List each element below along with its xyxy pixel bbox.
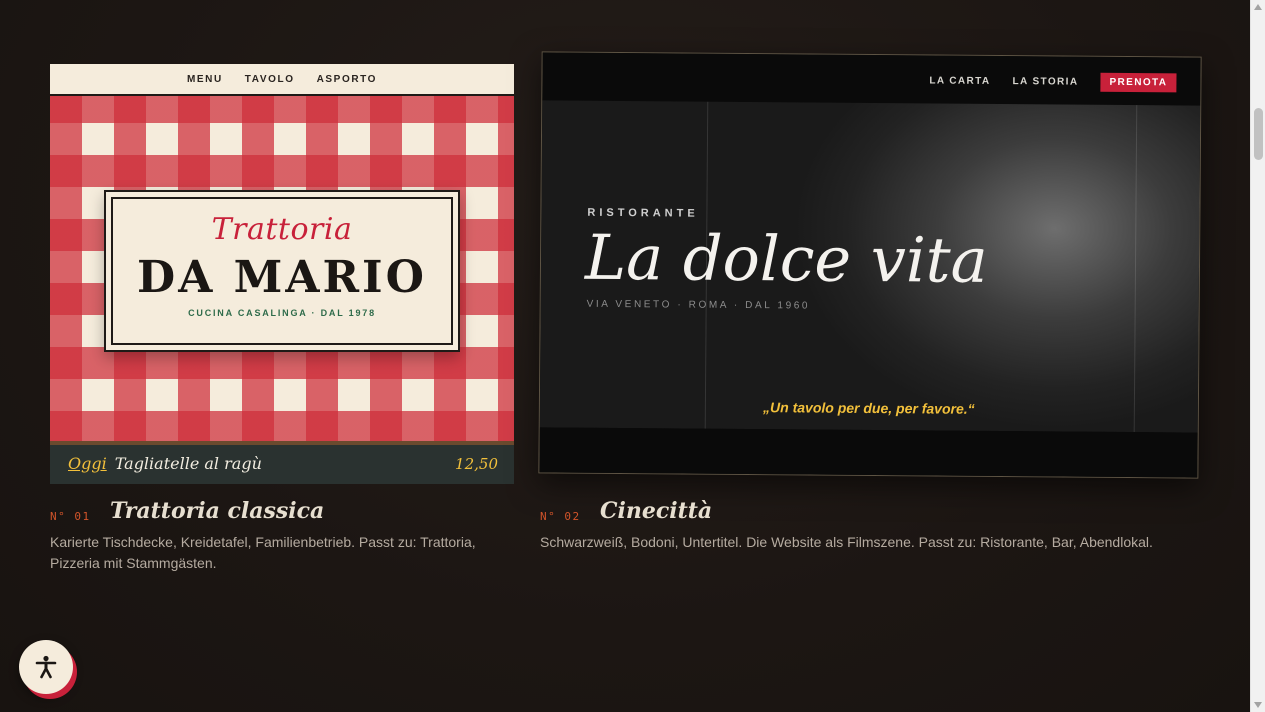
cinecitta-topbar: LA CARTA LA STORIA PRENOTA bbox=[542, 52, 1201, 106]
cinecitta-number: N° 02 bbox=[540, 510, 581, 523]
accessibility-person-icon bbox=[35, 655, 57, 679]
page: MENU TAVOLO ASPORTO Trattoria DA MARIO C… bbox=[0, 0, 1250, 712]
trattoria-nav-asporto[interactable]: ASPORTO bbox=[317, 74, 377, 85]
cinecitta-nav-storia[interactable]: LA STORIA bbox=[1013, 76, 1079, 88]
cinecitta-caption: N° 02 Cinecittà Schwarzweiß, Bodoni, Unt… bbox=[540, 498, 1200, 578]
trattoria-title: DA MARIO bbox=[137, 252, 427, 303]
cinecitta-letterbox-bottom bbox=[539, 427, 1198, 479]
trattoria-script-title: Trattoria bbox=[211, 212, 353, 247]
trattoria-caption-title: Trattoria classica bbox=[110, 498, 325, 524]
trattoria-nav-tavolo[interactable]: TAVOLO bbox=[245, 74, 295, 85]
cinecitta-nav-carta[interactable]: LA CARTA bbox=[929, 75, 990, 86]
trattoria-caption-desc: Karierte Tischdecke, Kreidetafel, Famili… bbox=[50, 534, 476, 571]
chalkboard-dish: Tagliatelle al ragù bbox=[114, 454, 262, 473]
chalkboard-price: 12,50 bbox=[455, 455, 498, 473]
cinecitta-subline: VIA VENETO · ROMA · DAL 1960 bbox=[586, 298, 811, 312]
trattoria-number: N° 01 bbox=[50, 510, 91, 523]
scrollbar-thumb[interactable] bbox=[1254, 108, 1263, 160]
trattoria-preview-card[interactable]: MENU TAVOLO ASPORTO Trattoria DA MARIO C… bbox=[50, 64, 514, 484]
chalkboard-special: Oggi Tagliatelle al ragù bbox=[68, 454, 262, 473]
trattoria-nav: MENU TAVOLO ASPORTO bbox=[50, 64, 514, 96]
page-scrollbar[interactable] bbox=[1250, 0, 1265, 712]
film-screen: RISTORANTE La dolce vita VIA VENETO · RO… bbox=[539, 100, 1201, 433]
trattoria-caption: N° 01 Trattoria classica Karierte Tischd… bbox=[50, 498, 520, 578]
trattoria-sign: Trattoria DA MARIO CUCINA CASALINGA · DA… bbox=[104, 190, 460, 352]
cinecitta-caption-title: Cinecittà bbox=[600, 498, 713, 524]
cinecitta-nav: LA CARTA LA STORIA PRENOTA bbox=[929, 71, 1177, 93]
scroll-up-arrow-icon[interactable] bbox=[1254, 4, 1262, 10]
cinecitta-caption-desc: Schwarzweiß, Bodoni, Untertitel. Die Web… bbox=[540, 534, 1153, 550]
chalkboard-label: Oggi bbox=[68, 454, 107, 473]
film-subtitle: „Un tavolo per due, per favore.“ bbox=[763, 399, 975, 417]
scroll-down-arrow-icon[interactable] bbox=[1254, 702, 1262, 708]
accessibility-button[interactable] bbox=[19, 640, 73, 694]
chalkboard: Oggi Tagliatelle al ragù 12,50 bbox=[50, 441, 514, 484]
prenota-button[interactable]: PRENOTA bbox=[1100, 72, 1177, 93]
trattoria-nav-menu[interactable]: MENU bbox=[187, 74, 223, 85]
film-scratch-line bbox=[1133, 105, 1138, 433]
cinecitta-title: La dolce vita bbox=[584, 220, 988, 297]
trattoria-subtitle: CUCINA CASALINGA · DAL 1978 bbox=[188, 308, 376, 318]
cinecitta-eyebrow: RISTORANTE bbox=[587, 206, 699, 220]
cinecitta-preview-card[interactable]: LA CARTA LA STORIA PRENOTA RISTORANTE La… bbox=[538, 51, 1202, 479]
